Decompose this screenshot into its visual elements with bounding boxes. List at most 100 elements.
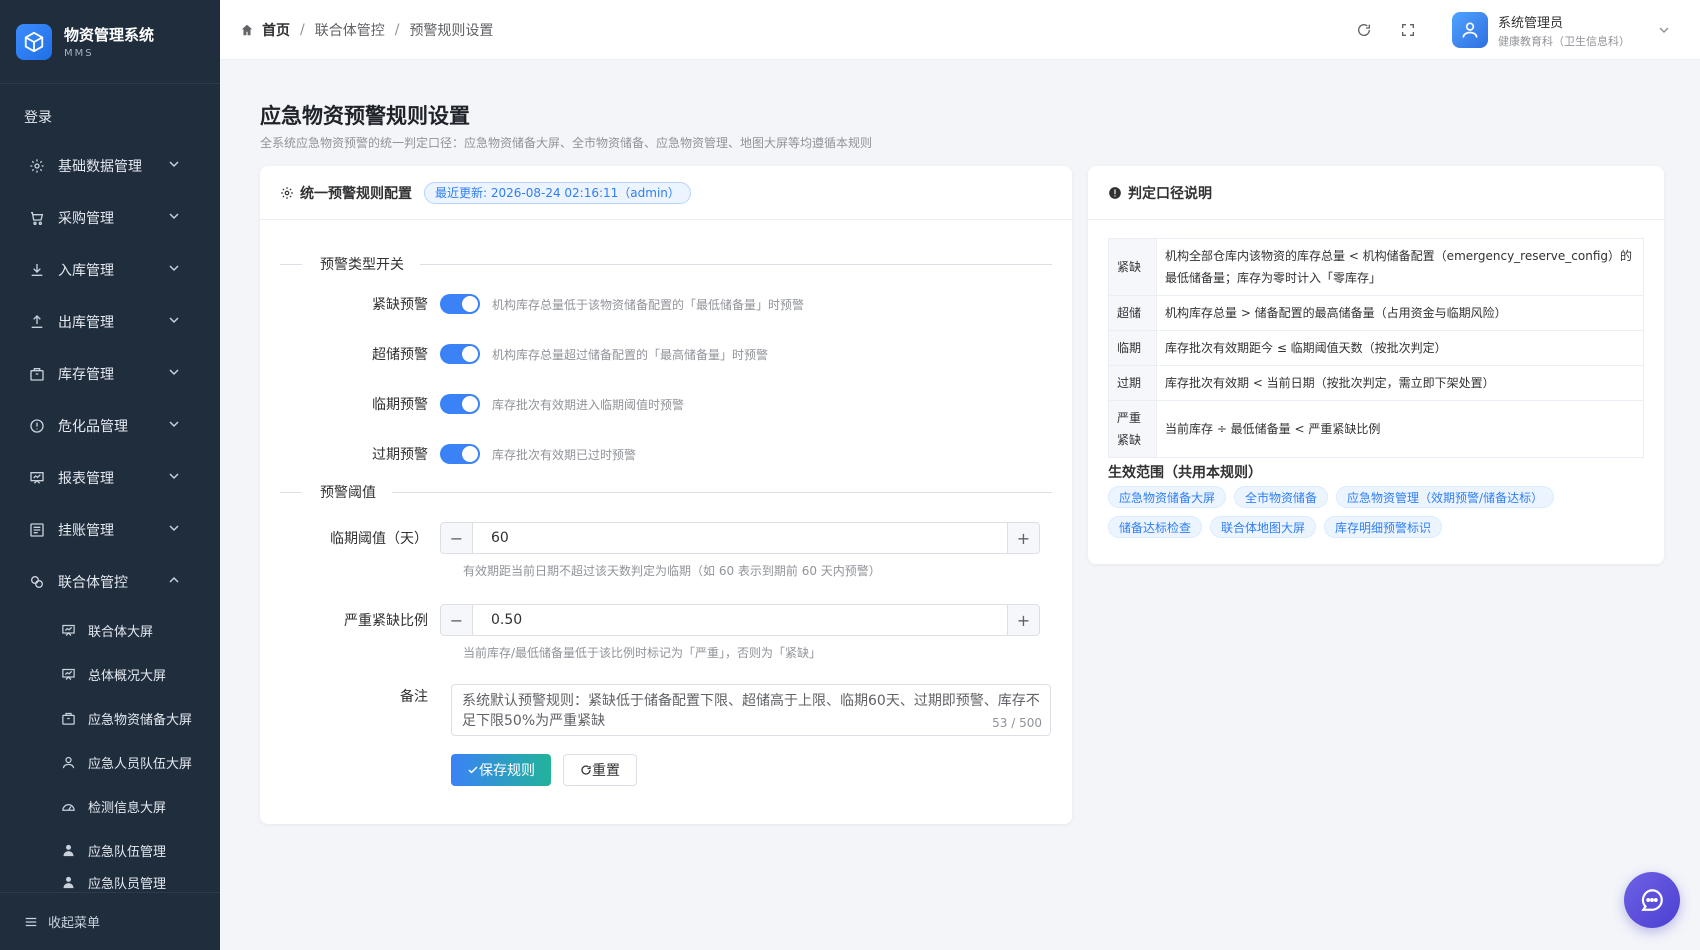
refresh-icon [581, 765, 591, 775]
chevron-up-icon [168, 574, 180, 590]
divider-line [392, 491, 1052, 493]
divider-line [420, 263, 1052, 265]
section-title: 预警阈值 [320, 485, 376, 501]
collapse-menu-button[interactable]: 收起菜单 [0, 892, 220, 950]
sidebar-subitem-personnel-screen[interactable]: 应急人员队伍大屏 [0, 740, 220, 784]
rule-explanation-title: 判定口径说明 [1128, 185, 1212, 202]
chevron-down-icon [168, 158, 180, 174]
switch-label: 超储预警 [372, 347, 428, 363]
home-icon [241, 24, 253, 35]
near-expiry-toggle[interactable] [440, 394, 480, 414]
remark-char-count: 53 / 500 [992, 716, 1042, 730]
sidebar-subitem-overview-screen[interactable]: 总体概况大屏 [0, 652, 220, 696]
decrement-button[interactable]: − [441, 523, 473, 553]
increment-button[interactable]: + [1007, 523, 1039, 553]
sidebar: 物资管理系统 MMS 登录 基础数据管理 采购管理 入库管理 出库管理 库存管理 [0, 0, 220, 950]
sidebar-item-label: 危化品管理 [58, 419, 128, 435]
user-menu[interactable]: 系统管理员 健康教育科（卫生信息科） [1452, 12, 1670, 49]
section-divider-thresholds: 预警阈值 [280, 482, 1052, 502]
scope-tag: 储备达标检查 [1108, 516, 1203, 538]
scope-tag: 联合体地图大屏 [1210, 516, 1317, 538]
switch-row-shortage: 紧缺预警 机构库存总量低于该物资储备配置的「最低储备量」时预警 [260, 294, 1052, 314]
sidebar-item-outbound[interactable]: 出库管理 [0, 296, 220, 348]
avatar [1452, 12, 1488, 48]
switch-label: 临期预警 [372, 397, 428, 413]
save-rules-button[interactable]: 保存规则 [451, 754, 551, 786]
rule-key: 紧缺 [1108, 238, 1157, 296]
box-icon [60, 710, 76, 726]
refresh-button[interactable] [1350, 16, 1378, 44]
brand: 物资管理系统 MMS [0, 0, 220, 84]
increment-button[interactable]: + [1007, 605, 1039, 635]
fullscreen-button[interactable] [1394, 16, 1422, 44]
sidebar-subitem-label: 应急队伍管理 [88, 844, 167, 860]
breadcrumb-item[interactable]: 联合体管控 [315, 20, 385, 40]
rule-key: 临期 [1108, 330, 1157, 366]
sidebar-item-hazmat[interactable]: 危化品管理 [0, 400, 220, 452]
user-name: 系统管理员 [1498, 15, 1564, 31]
sidebar-item-basic-data[interactable]: 基础数据管理 [0, 140, 220, 192]
gear-icon [28, 157, 46, 175]
sidebar-item-login[interactable]: 登录 [0, 94, 220, 140]
sidebar-item-purchase[interactable]: 采购管理 [0, 192, 220, 244]
screen-icon [60, 666, 76, 682]
shortage-toggle[interactable] [440, 294, 480, 314]
sidebar-subitem-label: 联合体大屏 [88, 624, 154, 640]
chevron-down-icon [168, 210, 180, 226]
switch-label: 紧缺预警 [372, 297, 428, 313]
sidebar-item-inventory[interactable]: 库存管理 [0, 348, 220, 400]
top-header: 首页 / 联合体管控 / 预警规则设置 系统管理员 健康教育科（卫生信息科） [220, 0, 1700, 60]
chat-icon [1641, 889, 1663, 911]
refresh-icon [1358, 24, 1371, 36]
table-row: 过期 库存批次有效期 < 当前日期（按批次判定，需立即下架处置） [1108, 365, 1644, 401]
rule-config-card: 统一预警规则配置 最近更新: 2026-08-24 02:16:11（admin… [260, 166, 1072, 824]
chevron-down-icon [168, 366, 180, 382]
table-row: 紧缺 机构全部仓库内该物资的库存总量 < 机构储备配置（emergency_re… [1108, 238, 1644, 296]
sidebar-item-reports[interactable]: 报表管理 [0, 452, 220, 504]
sidebar-item-inbound[interactable]: 入库管理 [0, 244, 220, 296]
sidebar-subitem-label: 应急人员队伍大屏 [88, 756, 193, 772]
switch-description: 机构库存总量超过储备配置的「最高储备量」时预警 [492, 347, 769, 362]
rule-text: 机构全部仓库内该物资的库存总量 < 机构储备配置（emergency_reser… [1156, 238, 1644, 296]
info-icon [1109, 186, 1121, 199]
expired-toggle[interactable] [440, 444, 480, 464]
sidebar-item-label: 基础数据管理 [58, 159, 142, 175]
remark-textarea[interactable]: 系统默认预警规则：紧缺低于储备配置下限、超储高于上限、临期60天、过期即预警、库… [451, 684, 1051, 736]
reset-button[interactable]: 重置 [563, 754, 637, 786]
severe-ratio-input[interactable]: 0.50 [473, 612, 1007, 628]
severe-ratio-hint: 当前库存/最低储备量低于该比例时标记为「严重」，否则为「紧缺」 [463, 646, 822, 660]
sidebar-item-ledger[interactable]: 挂账管理 [0, 504, 220, 556]
upload-icon [28, 313, 46, 331]
fullscreen-icon [1402, 24, 1414, 36]
box-icon [28, 365, 46, 383]
breadcrumb-home-label: 首页 [262, 22, 290, 39]
expiry-days-stepper: − 60 + [440, 522, 1040, 554]
sidebar-subitem-reserve-screen[interactable]: 应急物资储备大屏 [0, 696, 220, 740]
sidebar-subitem-inspection-screen[interactable]: 检测信息大屏 [0, 784, 220, 828]
overstock-toggle[interactable] [440, 344, 480, 364]
section-title: 预警类型开关 [320, 257, 404, 273]
switch-label: 过期预警 [372, 447, 428, 463]
divider-line [280, 263, 302, 265]
chat-assistant-button[interactable] [1624, 872, 1680, 928]
sidebar-item-consortium[interactable]: 联合体管控 [0, 556, 220, 608]
breadcrumb: 首页 / 联合体管控 / 预警规则设置 [240, 20, 493, 40]
link-icon [28, 573, 46, 591]
sidebar-subitem-team-management[interactable]: 应急队伍管理 [0, 828, 220, 872]
field-label: 临期阈值（天） [330, 531, 428, 547]
sidebar-nav: 登录 基础数据管理 采购管理 入库管理 出库管理 库存管理 危化品管理 报表管理… [0, 84, 220, 892]
severe-ratio-stepper: − 0.50 + [440, 604, 1040, 636]
chevron-down-icon [168, 262, 180, 278]
header-actions: 系统管理员 健康教育科（卫生信息科） [1350, 0, 1670, 60]
chevron-down-icon [1658, 24, 1670, 36]
sidebar-subitem-member-management[interactable]: 应急队员管理 [0, 872, 220, 892]
scope-tag: 库存明细预警标识 [1324, 516, 1443, 538]
rule-key: 超储 [1108, 295, 1157, 331]
switch-description: 机构库存总量低于该物资储备配置的「最低储备量」时预警 [492, 297, 805, 312]
switch-row-overstock: 超储预警 机构库存总量超过储备配置的「最高储备量」时预警 [260, 344, 1052, 364]
expiry-days-input[interactable]: 60 [473, 530, 1007, 546]
dashboard-icon [60, 798, 76, 814]
sidebar-subitem-consortium-screen[interactable]: 联合体大屏 [0, 608, 220, 652]
decrement-button[interactable]: − [441, 605, 473, 635]
breadcrumb-home[interactable]: 首页 [240, 20, 290, 40]
